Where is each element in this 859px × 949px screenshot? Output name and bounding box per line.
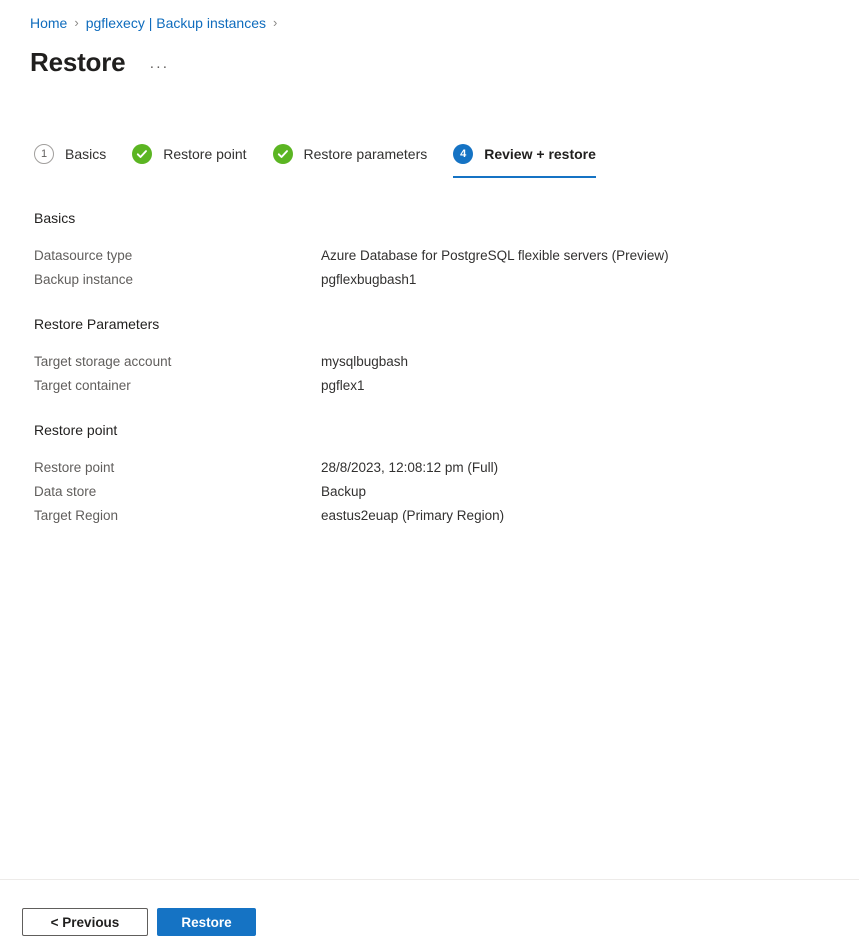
summary-row-label: Datasource type [34,248,133,263]
breadcrumb-item-home[interactable]: Home [30,12,67,34]
wizard-step-label: Basics [65,146,107,162]
step-active-underline [453,176,596,178]
summary-row: Datasource type Azure Database for Postg… [34,244,824,268]
summary-row-value: Azure Database for PostgreSQL flexible s… [321,248,669,263]
summary-row-value: mysqlbugbash [321,354,409,369]
check-circle-icon [272,144,293,164]
restore-wizard-page: Home › pgflexecy | Backup instances › Re… [0,0,859,949]
review-summary: Basics Datasource type Azure Database fo… [34,208,824,550]
summary-row-label: Target storage account [34,354,172,369]
summary-row: Restore point 28/8/2023, 12:08:12 pm (Fu… [34,456,824,480]
check-circle-icon [132,144,153,164]
breadcrumb: Home › pgflexecy | Backup instances › [30,12,284,34]
summary-row-value: pgflexbugbash1 [321,272,417,287]
section-heading: Basics [34,210,76,226]
step-number-icon: 4 [453,144,474,164]
summary-section-basics: Basics Datasource type Azure Database fo… [34,208,824,292]
summary-section-restore-point: Restore point Restore point 28/8/2023, 1… [34,420,824,528]
summary-row: Target container pgflex1 [34,374,824,398]
summary-section-restore-parameters: Restore Parameters Target storage accoun… [34,314,824,398]
breadcrumb-chevron-icon: › [273,15,278,30]
breadcrumb-chevron-icon: › [74,15,79,30]
title-row: Restore ··· [30,44,173,80]
summary-row-label: Restore point [34,460,115,475]
section-heading: Restore point [34,422,118,438]
footer-actions: < Previous Restore [22,908,256,936]
summary-row: Target Region eastus2euap (Primary Regio… [34,504,824,528]
wizard-step-restore-point[interactable]: Restore point [132,134,247,174]
wizard-step-label: Restore point [163,146,247,162]
summary-row-value: pgflex1 [321,378,365,393]
wizard-step-label: Review + restore [484,146,596,162]
restore-button[interactable]: Restore [157,908,256,936]
footer-divider [0,879,859,880]
step-number-icon: 1 [34,144,54,164]
summary-row-label: Backup instance [34,272,134,287]
summary-row-label: Target Region [34,508,119,523]
breadcrumb-item-backup-instances[interactable]: pgflexecy | Backup instances [86,12,266,34]
wizard-step-tabs: 1 Basics Restore point Restore parameter… [34,134,596,178]
wizard-step-restore-parameters[interactable]: Restore parameters [272,134,428,174]
summary-row: Backup instance pgflexbugbash1 [34,268,824,292]
summary-row-label: Target container [34,378,131,393]
summary-row-value: Backup [321,484,367,499]
summary-row: Target storage account mysqlbugbash [34,350,824,374]
previous-button[interactable]: < Previous [22,908,148,936]
wizard-step-label: Restore parameters [303,146,428,162]
wizard-step-basics[interactable]: 1 Basics [34,134,106,174]
summary-row-value: 28/8/2023, 12:08:12 pm (Full) [321,460,499,475]
summary-row: Data store Backup [34,480,824,504]
summary-row-value: eastus2euap (Primary Region) [321,508,505,523]
more-actions-icon[interactable]: ··· [145,56,173,77]
section-heading: Restore Parameters [34,316,160,332]
page-title: Restore [30,47,126,77]
summary-row-label: Data store [34,484,97,499]
wizard-step-review-restore[interactable]: 4 Review + restore [453,134,596,178]
